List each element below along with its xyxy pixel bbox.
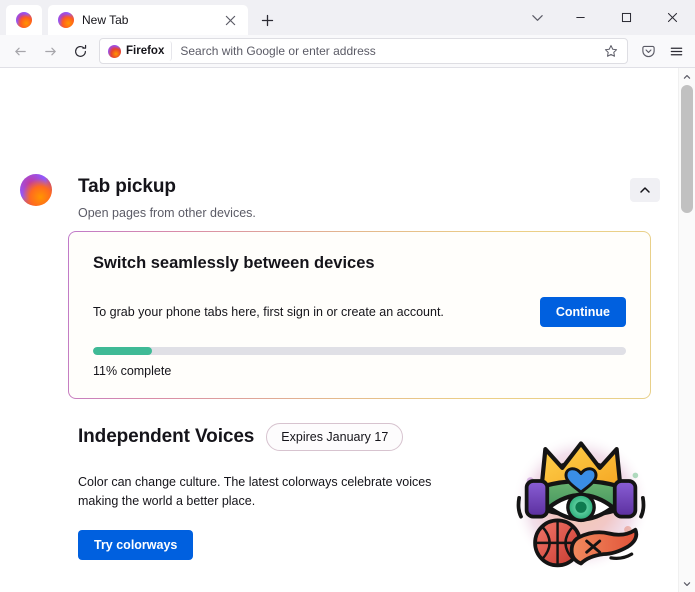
colorways-title: Independent Voices <box>78 426 255 447</box>
list-all-tabs-button[interactable] <box>517 1 557 34</box>
title-bar: New Tab <box>0 0 695 35</box>
tab-strip: New Tab <box>0 0 517 35</box>
scrollbar-up-arrow-icon[interactable] <box>679 68 695 85</box>
window-maximize-button[interactable] <box>603 1 649 34</box>
card-description: To grab your phone tabs here, first sign… <box>93 305 444 319</box>
tab-pickup-heading-group: Tab pickup Open pages from other devices… <box>78 176 256 220</box>
reload-button[interactable] <box>65 37 95 65</box>
pinned-tab-firefox[interactable] <box>6 5 42 35</box>
url-bar[interactable]: Firefox Search with Google or enter addr… <box>99 38 628 64</box>
tab-pickup-title: Tab pickup <box>78 176 176 197</box>
setup-progress-fill <box>93 347 152 355</box>
window-close-button[interactable] <box>649 1 695 34</box>
tab-pickup-subtitle: Open pages from other devices. <box>78 206 256 220</box>
setup-progress-label: 11% complete <box>93 364 172 378</box>
tab-pickup-collapse-button[interactable] <box>630 178 660 202</box>
navigation-toolbar: Firefox Search with Google or enter addr… <box>0 35 695 68</box>
search-mode-chip-firefox[interactable]: Firefox <box>103 41 173 61</box>
card-action-row: To grab your phone tabs here, first sign… <box>93 297 626 327</box>
section-tab-pickup: Tab pickup Open pages from other devices… <box>78 176 660 220</box>
page-content: Tab pickup Open pages from other devices… <box>0 68 695 592</box>
firefox-icon <box>108 44 121 58</box>
new-tab-button[interactable] <box>254 7 280 33</box>
continue-button[interactable]: Continue <box>539 297 626 327</box>
firefox-logo-icon <box>20 174 52 206</box>
tab-pickup-header: Tab pickup Open pages from other devices… <box>78 176 660 220</box>
try-colorways-button[interactable]: Try colorways <box>78 529 194 560</box>
url-input[interactable]: Search with Google or enter address <box>180 44 599 58</box>
vertical-scrollbar[interactable] <box>678 68 695 592</box>
title-bar-controls <box>517 0 695 35</box>
firefox-favicon-icon <box>16 12 32 28</box>
tab-new-tab[interactable]: New Tab <box>48 5 248 35</box>
colorways-expiry-badge: Expires January 17 <box>266 423 404 451</box>
back-button[interactable] <box>5 37 35 65</box>
sign-in-promo-card: Switch seamlessly between devices To gra… <box>68 231 651 399</box>
colorways-artwork-image <box>506 426 656 581</box>
app-menu-button[interactable] <box>662 37 690 65</box>
card-title: Switch seamlessly between devices <box>93 254 375 272</box>
window-minimize-button[interactable] <box>557 1 603 34</box>
colorways-description: Color can change culture. The latest col… <box>78 475 432 509</box>
scrollbar-down-arrow-icon[interactable] <box>679 575 695 592</box>
scrollbar-thumb[interactable] <box>681 85 693 213</box>
close-tab-icon[interactable] <box>220 10 240 30</box>
firefox-favicon-icon <box>58 12 74 28</box>
pocket-save-button[interactable] <box>634 37 662 65</box>
firefox-view-page: Tab pickup Open pages from other devices… <box>0 68 678 592</box>
scrollbar-track[interactable] <box>679 85 695 575</box>
bookmark-star-icon[interactable] <box>599 40 623 62</box>
sign-in-promo-card-inner: Switch seamlessly between devices To gra… <box>69 232 650 398</box>
setup-progress-bar <box>93 347 626 355</box>
search-mode-label: Firefox <box>126 45 165 57</box>
forward-button[interactable] <box>35 37 65 65</box>
tab-title: New Tab <box>82 13 129 27</box>
